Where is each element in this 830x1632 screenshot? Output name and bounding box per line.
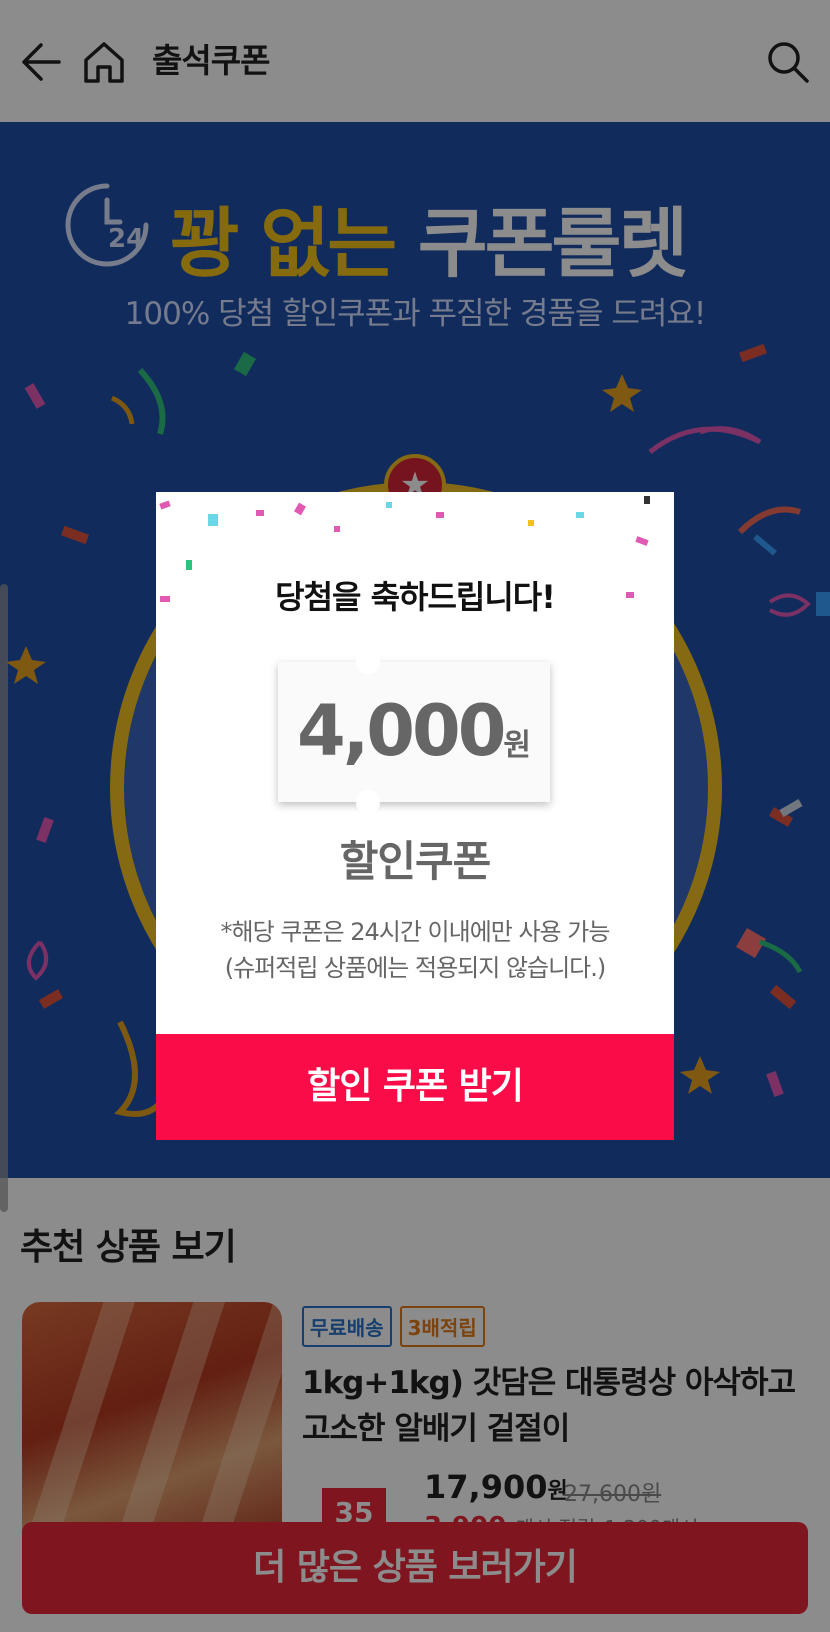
- coupon-label: 할인쿠폰: [339, 837, 492, 886]
- coupon-note-line2: (슈퍼적립 상품에는 적용되지 않습니다.): [224, 954, 607, 982]
- coupon-amount: 4,000원: [278, 690, 550, 772]
- coupon-amount-value: 4,000: [296, 690, 506, 772]
- coupon-amount-unit: 원: [503, 728, 532, 763]
- get-coupon-button[interactable]: 할인 쿠폰 받기: [156, 1034, 674, 1140]
- win-coupon-modal: 당첨을 축하드립니다! 4,000원 할인쿠폰 *해당 쿠폰은 24시간 이내에…: [156, 492, 674, 1140]
- coupon-note-line1: *해당 쿠폰은 24시간 이내에만 사용 가능: [220, 918, 611, 946]
- scrollbar[interactable]: [0, 584, 8, 1212]
- modal-title: 당첨을 축하드립니다!: [275, 578, 556, 616]
- coupon-note: *해당 쿠폰은 24시간 이내에만 사용 가능 (슈퍼적립 상품에는 적용되지 …: [156, 914, 674, 986]
- coupon-ticket: 4,000원: [278, 650, 550, 814]
